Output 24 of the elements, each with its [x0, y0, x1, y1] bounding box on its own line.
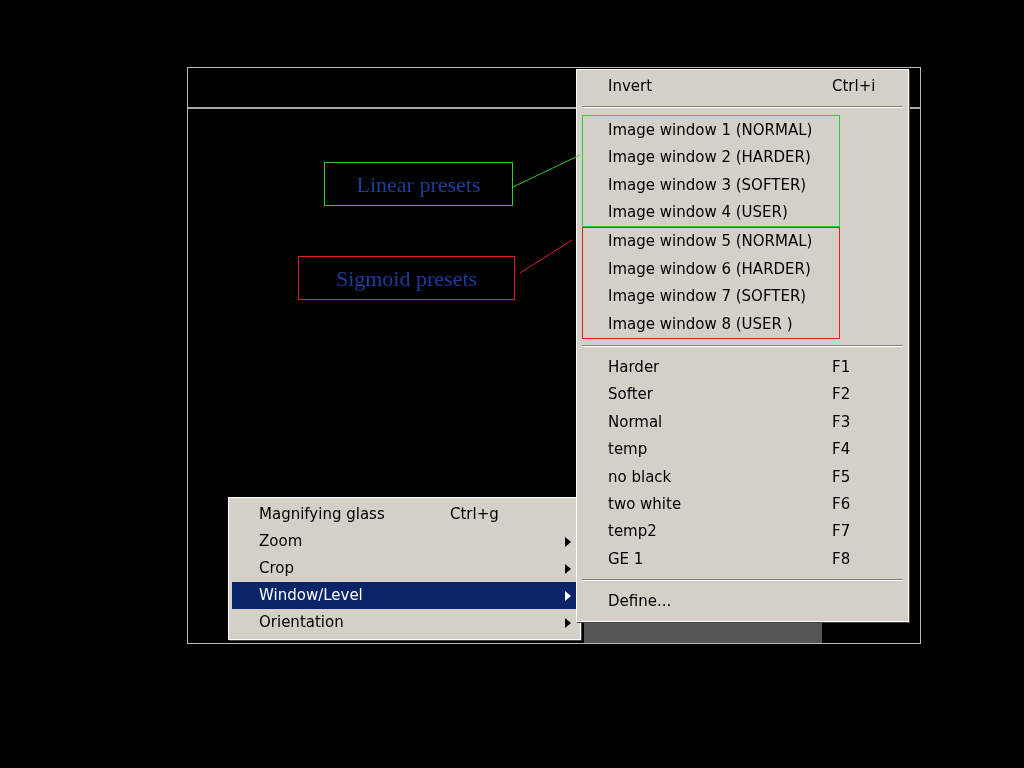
menu-item[interactable]: Image window 1 (NORMAL)	[583, 116, 839, 144]
menu-item[interactable]: Image window 4 (USER)	[583, 198, 839, 226]
menu-item[interactable]: Normal F3	[580, 408, 905, 436]
menu-item[interactable]: Image window 6 (HARDER)	[583, 255, 839, 283]
menu-item[interactable]: Harder F1	[580, 353, 905, 381]
leader-line	[519, 239, 573, 274]
menu-item[interactable]: no black F5	[580, 463, 905, 491]
leader-line	[512, 154, 581, 188]
menu-item[interactable]: Magnifying glass Ctrl+g	[232, 501, 577, 528]
menu-item[interactable]: Softer F2	[580, 380, 905, 409]
menu-item[interactable]: Image window 7 (SOFTER)	[583, 282, 839, 311]
menu-item[interactable]: Define...	[580, 587, 905, 616]
menu-item[interactable]: Image window 8 (USER )	[583, 310, 839, 338]
menu-item[interactable]: Image window 2 (HARDER)	[583, 143, 839, 172]
menu-item[interactable]: Window/Level	[232, 582, 577, 609]
menu-item[interactable]: two white F6	[580, 490, 905, 518]
menu-item[interactable]: temp F4	[580, 435, 905, 464]
menu-item[interactable]: Image window 5 (NORMAL)	[583, 227, 839, 256]
menu-item[interactable]: temp2 F7	[580, 517, 905, 546]
menu-item[interactable]: GE 1 F8	[580, 545, 905, 573]
callout-label: Sigmoid presets	[298, 256, 515, 300]
menu-item[interactable]: Image window 3 (SOFTER)	[583, 171, 839, 199]
menu-item[interactable]: Invert Ctrl+i	[580, 73, 905, 101]
callout-label: Linear presets	[324, 162, 513, 206]
